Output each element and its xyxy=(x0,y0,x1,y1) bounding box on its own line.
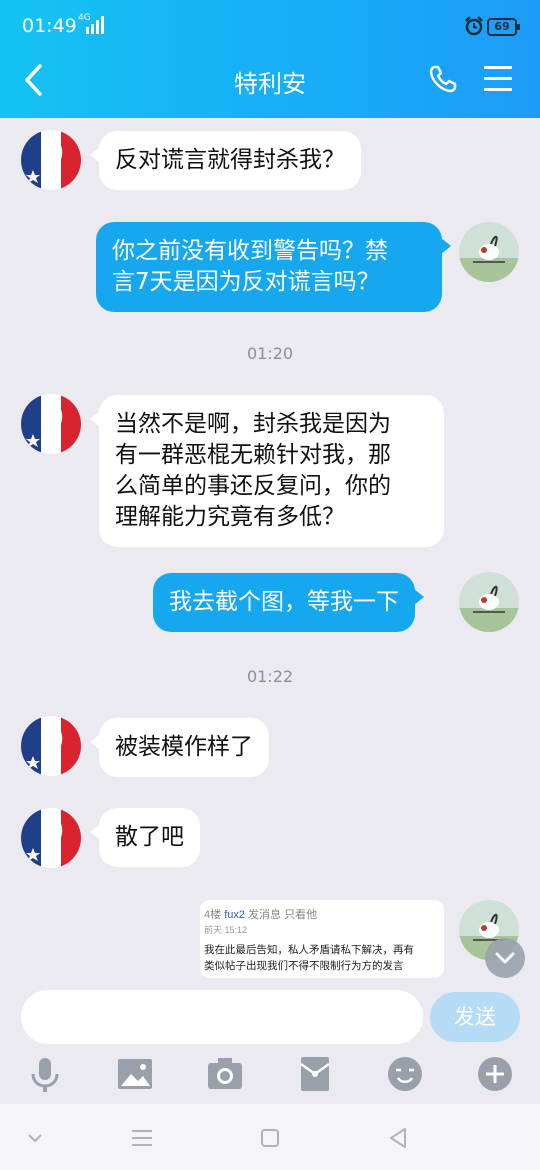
screenshot-body: 我在此最后告知，私人矛盾请私下解决，再有 类似帖子出现我们不得不限制行为方的发言 xyxy=(204,942,440,974)
battery-indicator: 69 xyxy=(487,18,520,36)
contact-avatar[interactable] xyxy=(21,808,81,868)
message-bubble-out[interactable]: 我去截个图，等我一下 xyxy=(153,573,424,632)
screenshot-line: 类似帖子出现我们不得不限制行为方的发言 xyxy=(204,960,404,972)
contact-avatar[interactable] xyxy=(21,394,81,454)
message-text-line: 么简单的事还反复问，你的 xyxy=(115,473,391,499)
emoji-icon[interactable] xyxy=(385,1054,425,1094)
message-bubble-in[interactable]: 当然不是啊，封杀我是因为 有一群恶棍无赖针对我，那 么简单的事还反复问，你的 理… xyxy=(90,395,444,547)
back-nav-icon[interactable] xyxy=(383,1124,413,1152)
home-icon[interactable] xyxy=(255,1124,285,1152)
status-bar: 01:49 4G 69 xyxy=(0,0,540,54)
timestamp: 01:20 xyxy=(246,344,294,363)
image-icon[interactable] xyxy=(115,1054,155,1094)
self-avatar[interactable] xyxy=(459,222,519,282)
message-text-line: 有一群恶棍无赖针对我，那 xyxy=(115,442,391,468)
menu-icon[interactable] xyxy=(484,66,512,92)
screenshot-line: 我在此最后告知，私人矛盾请私下解决，再有 xyxy=(204,944,414,956)
screenshot-actions: 发消息 只看他 xyxy=(248,909,318,921)
send-button[interactable]: 发送 xyxy=(430,992,520,1042)
chevron-down-icon xyxy=(495,952,515,964)
message-bubble-out[interactable]: 你之前没有收到警告吗？禁 言7天是因为反对谎言吗？ xyxy=(96,222,451,312)
system-nav-bar xyxy=(0,1104,540,1170)
composer-bar: 发送 xyxy=(0,980,540,1104)
header-bar: 01:49 4G 69 特利安 xyxy=(0,0,540,118)
screenshot-time: 前天 15:12 xyxy=(204,925,248,935)
camera-icon[interactable] xyxy=(205,1054,245,1094)
self-avatar[interactable] xyxy=(459,572,519,632)
message-bubble-in[interactable]: 被装模作样了 xyxy=(90,718,269,777)
message-text-line: 理解能力究竟有多低？ xyxy=(115,504,345,530)
contact-avatar[interactable] xyxy=(21,716,81,776)
chat-area[interactable]: 反对谎言就得封杀我？ 你之前没有收到警告吗？禁 言7天是因为反对谎言吗？ 01:… xyxy=(0,118,540,980)
screenshot-image-message[interactable]: 4楼 fux2 发消息 只看他 前天 15:12 我在此最后告知，私人矛盾请私下… xyxy=(200,900,444,978)
timestamp: 01:22 xyxy=(246,667,294,686)
message-text-line: 你之前没有收到警告吗？禁 xyxy=(112,238,388,264)
alarm-icon xyxy=(465,16,483,36)
screenshot-user: fux2 xyxy=(224,909,245,921)
red-packet-icon[interactable] xyxy=(295,1054,335,1094)
screenshot-floor: 4楼 xyxy=(204,909,222,921)
phone-icon[interactable] xyxy=(428,64,458,94)
message-text-line: 言7天是因为反对谎言吗？ xyxy=(112,269,380,295)
message-text: 我去截个图，等我一下 xyxy=(169,589,399,615)
message-bubble-in[interactable]: 散了吧 xyxy=(90,808,200,867)
plus-icon[interactable] xyxy=(475,1054,515,1094)
message-text: 被装模作样了 xyxy=(115,734,253,760)
microphone-icon[interactable] xyxy=(25,1054,65,1094)
signal-icon xyxy=(86,16,104,34)
page-title: 特利安 xyxy=(234,70,306,98)
recent-apps-icon[interactable] xyxy=(127,1124,157,1152)
status-time: 01:49 xyxy=(22,15,77,37)
message-text: 散了吧 xyxy=(115,824,184,850)
contact-avatar[interactable] xyxy=(21,130,81,190)
message-input[interactable] xyxy=(21,990,423,1044)
scroll-down-button[interactable] xyxy=(485,938,525,978)
chevron-down-icon[interactable] xyxy=(20,1124,50,1152)
message-text: 反对谎言就得封杀我？ xyxy=(115,147,345,173)
screenshot-header: 4楼 fux2 发消息 只看他 xyxy=(204,906,440,922)
message-text-line: 当然不是啊，封杀我是因为 xyxy=(115,411,391,437)
message-bubble-in[interactable]: 反对谎言就得封杀我？ xyxy=(90,131,361,190)
